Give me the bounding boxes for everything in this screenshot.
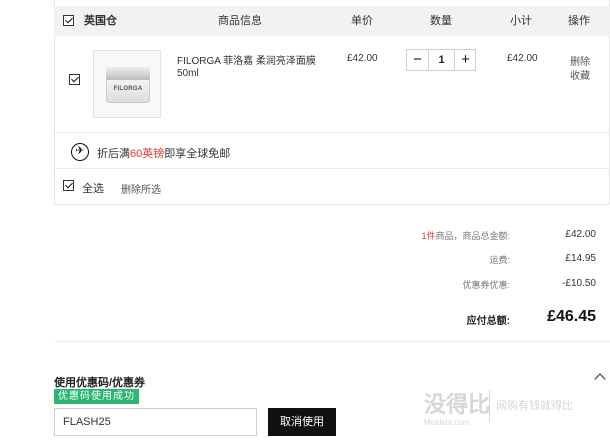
divider [55, 132, 609, 133]
item-checkbox[interactable] [69, 74, 80, 85]
shipping-suffix: 即享全球免邮 [164, 148, 231, 160]
product-jar-brand: FILORGA [113, 86, 143, 92]
shipping-prefix: 折后满 [97, 148, 130, 160]
summary-count: 1件 [421, 231, 436, 241]
coupon-success-badge: 优惠码使用成功 [54, 389, 139, 404]
warehouse-checkbox[interactable] [63, 15, 74, 26]
warehouse-label: 英国仓 [84, 15, 117, 27]
col-quantity: 数量 [430, 15, 452, 27]
item-price: £42.00 [347, 53, 378, 64]
coupon-code-input[interactable] [54, 408, 257, 436]
select-all-label[interactable]: 全选 [82, 180, 104, 196]
watermark-domain: Meidebi.com [424, 418, 470, 427]
col-action: 操作 [568, 15, 590, 27]
product-jar-lid [106, 67, 150, 80]
cancel-coupon-button[interactable]: 取消使用 [268, 408, 336, 436]
product-size: 50ml [177, 68, 199, 79]
free-shipping-note: 折后满60英镑即享全球免邮 [97, 145, 230, 161]
delete-selected-link[interactable]: 删除所选 [121, 181, 161, 196]
payable-label: 应付总额: [466, 316, 510, 327]
favorite-link[interactable]: 收藏 [570, 67, 590, 82]
summary-coupon-value: -£10.50 [562, 278, 596, 289]
summary-total-text: 商品，商品总金额: [435, 231, 510, 241]
product-image[interactable]: FILORGA [93, 50, 161, 118]
payable-value: £46.45 [547, 308, 596, 325]
quantity-value[interactable]: 1 [428, 50, 455, 70]
chevron-up-icon[interactable] [594, 373, 606, 385]
divider [55, 168, 609, 169]
coupon-title: 使用优惠码/优惠券 [54, 377, 146, 389]
delete-link[interactable]: 删除 [570, 53, 590, 68]
product-name[interactable]: FILORGA 菲洛嘉 柔润亮泽面膜 [177, 52, 316, 67]
summary-total-label: 1件商品，商品总金额: [421, 229, 510, 242]
summary-shipping-label: 运费: [489, 255, 510, 265]
col-product-info: 商品信息 [218, 15, 262, 27]
col-unit-price: 单价 [351, 15, 373, 27]
watermark-slogan: 网购有钱就得比 [496, 400, 573, 412]
item-subtotal: £42.00 [507, 53, 538, 64]
watermark-divider [489, 390, 490, 422]
product-jar: FILORGA [106, 67, 150, 103]
quantity-stepper: − 1 + [406, 49, 476, 71]
divider [54, 341, 610, 342]
airplane-icon: ✈ [71, 143, 89, 161]
summary-shipping-value: £14.95 [565, 253, 596, 264]
select-all-checkbox[interactable] [63, 180, 74, 191]
summary-coupon-label: 优惠券优惠: [462, 280, 510, 290]
cart-header: 英国仓 商品信息 单价 数量 小计 操作 [54, 6, 610, 36]
decrease-button[interactable]: − [407, 50, 428, 70]
increase-button[interactable]: + [455, 50, 476, 70]
summary-total-value: £42.00 [565, 229, 596, 240]
watermark-logo: 没得比 [424, 392, 491, 417]
shipping-threshold: 60英镑 [130, 148, 165, 160]
col-subtotal: 小计 [510, 15, 532, 27]
